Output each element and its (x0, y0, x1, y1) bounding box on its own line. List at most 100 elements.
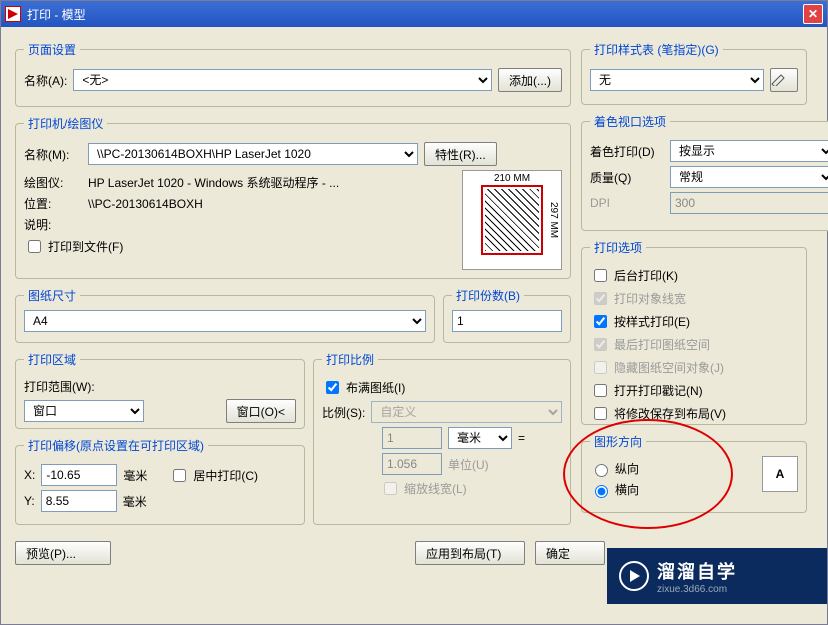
fit-checkbox[interactable] (326, 381, 339, 394)
where-label: 位置: (24, 195, 82, 212)
preview-width-label: 210 MM (463, 173, 561, 184)
app-icon (5, 6, 21, 22)
shaded-legend: 着色视口选项 (590, 113, 670, 130)
x-input[interactable] (41, 464, 117, 486)
print-area-group: 打印区域 打印范围(W): 窗口 窗口(O)< (15, 351, 305, 429)
center-label: 居中打印(C) (193, 467, 258, 484)
dpi-label: DPI (590, 196, 664, 210)
scope-label: 打印范围(W): (24, 378, 95, 395)
shade-mode-select[interactable]: 按显示 (670, 140, 828, 162)
copies-group: 打印份数(B) (443, 287, 571, 343)
opt-hide-checkbox (594, 361, 607, 374)
pagesetup-name-label: 名称(A): (24, 72, 67, 89)
print-options-group: 打印选项 后台打印(K) 打印对象线宽 按样式打印(E) 最后打印图纸空间 隐藏… (581, 239, 807, 425)
fit-label: 布满图纸(I) (346, 379, 405, 396)
orientation-preview: A (762, 456, 798, 492)
plotter-value: HP LaserJet 1020 - Windows 系统驱动程序 - ... (88, 174, 339, 191)
paper-preview: 210 MM 297 MM (462, 170, 562, 270)
pagesetup-add-button[interactable]: 添加(...) (498, 68, 562, 92)
quality-label: 质量(Q) (590, 169, 664, 186)
scale-label: 比例(S): (322, 404, 365, 421)
opt-save-label: 将修改保存到布局(V) (614, 405, 726, 422)
printer-name-label: 名称(M): (24, 146, 82, 163)
style-select[interactable]: 无 (590, 69, 764, 91)
print-to-file-label: 打印到文件(F) (48, 238, 123, 255)
opt-save-checkbox[interactable] (594, 407, 607, 420)
options-legend: 打印选项 (590, 239, 646, 256)
scale-legend: 打印比例 (322, 351, 378, 368)
y-label: Y: (24, 494, 35, 508)
scale-lw-label: 缩放线宽(L) (404, 480, 467, 497)
print-to-file-checkbox[interactable] (28, 240, 41, 253)
opt-lw-checkbox (594, 292, 607, 305)
desc-label: 说明: (24, 216, 82, 233)
scale-unit2: 单位(U) (448, 456, 489, 473)
y-input[interactable] (41, 490, 117, 512)
portrait-radio[interactable] (595, 464, 608, 477)
x-unit: 毫米 (123, 467, 147, 484)
close-button[interactable]: ✕ (803, 4, 823, 24)
style-legend: 打印样式表 (笔指定)(G) (590, 41, 723, 58)
play-icon (619, 561, 649, 591)
watermark-brand: 溜溜自学 (657, 558, 737, 584)
portrait-label: 纵向 (615, 460, 639, 477)
opt-hide-label: 隐藏图纸空间对象(J) (614, 359, 724, 376)
preview-height-label: 297 MM (548, 171, 559, 269)
opt-last-checkbox (594, 338, 607, 351)
opt-lw-label: 打印对象线宽 (614, 290, 686, 307)
dpi-input (670, 192, 828, 214)
copies-input[interactable] (452, 310, 562, 332)
opt-style-checkbox[interactable] (594, 315, 607, 328)
preview-button[interactable]: 预览(P)... (15, 541, 111, 565)
page-setup-legend: 页面设置 (24, 41, 80, 58)
copies-legend: 打印份数(B) (452, 287, 524, 304)
printer-group: 打印机/绘图仪 名称(M): \\PC-20130614BOXH\HP Lase… (15, 115, 571, 279)
paper-size-group: 图纸尺寸 A4 (15, 287, 435, 343)
opt-bg-checkbox[interactable] (594, 269, 607, 282)
printer-legend: 打印机/绘图仪 (24, 115, 107, 132)
scale-unit1[interactable]: 毫米 (448, 427, 512, 449)
style-edit-button[interactable] (770, 68, 798, 92)
scale-lw-checkbox (384, 482, 397, 495)
printer-name-select[interactable]: \\PC-20130614BOXH\HP LaserJet 1020 (88, 143, 418, 165)
window-title: 打印 - 模型 (27, 6, 86, 23)
scope-select[interactable]: 窗口 (24, 400, 144, 422)
landscape-radio[interactable] (595, 485, 608, 498)
print-area-legend: 打印区域 (24, 351, 80, 368)
landscape-label: 横向 (615, 481, 639, 498)
opt-style-label: 按样式打印(E) (614, 313, 690, 330)
opt-bg-label: 后台打印(K) (614, 267, 678, 284)
style-table-group: 打印样式表 (笔指定)(G) 无 (581, 41, 807, 105)
plotter-label: 绘图仪: (24, 174, 82, 191)
opt-stamp-label: 打开打印戳记(N) (614, 382, 703, 399)
offset-group: 打印偏移(原点设置在可打印区域) X: 毫米 居中打印(C) Y: 毫米 (15, 437, 305, 525)
scale-select: 自定义 (371, 401, 562, 423)
shaded-group: 着色视口选项 着色打印(D) 按显示 质量(Q) 常规 DPI (581, 113, 828, 231)
printer-props-button[interactable]: 特性(R)... (424, 142, 497, 166)
paper-size-select[interactable]: A4 (24, 310, 426, 332)
scale-num2 (382, 453, 442, 475)
opt-stamp-checkbox[interactable] (594, 384, 607, 397)
page-setup-group: 页面设置 名称(A): <无> 添加(...) (15, 41, 571, 107)
orient-legend: 图形方向 (590, 433, 646, 450)
watermark-url: zixue.3d66.com (657, 584, 737, 595)
window-pick-button[interactable]: 窗口(O)< (226, 399, 296, 423)
apply-button[interactable]: 应用到布局(T) (415, 541, 525, 565)
x-label: X: (24, 468, 35, 482)
center-checkbox[interactable] (173, 469, 186, 482)
scale-num1 (382, 427, 442, 449)
y-unit: 毫米 (123, 493, 147, 510)
paper-size-legend: 图纸尺寸 (24, 287, 80, 304)
titlebar: 打印 - 模型 ✕ (1, 1, 827, 27)
scale-group: 打印比例 布满图纸(I) 比例(S): 自定义 毫米 = 单位(U) 缩放线宽(… (313, 351, 571, 525)
pagesetup-name-select[interactable]: <无> (73, 69, 492, 91)
quality-select[interactable]: 常规 (670, 166, 828, 188)
offset-legend: 打印偏移(原点设置在可打印区域) (24, 437, 208, 454)
orientation-group: 图形方向 纵向 横向 A (581, 433, 807, 513)
opt-last-label: 最后打印图纸空间 (614, 336, 710, 353)
where-value: \\PC-20130614BOXH (88, 197, 203, 211)
ok-button[interactable]: 确定 (535, 541, 605, 565)
watermark: 溜溜自学 zixue.3d66.com (607, 548, 827, 604)
shade-mode-label: 着色打印(D) (590, 143, 664, 160)
brush-icon (771, 74, 787, 86)
